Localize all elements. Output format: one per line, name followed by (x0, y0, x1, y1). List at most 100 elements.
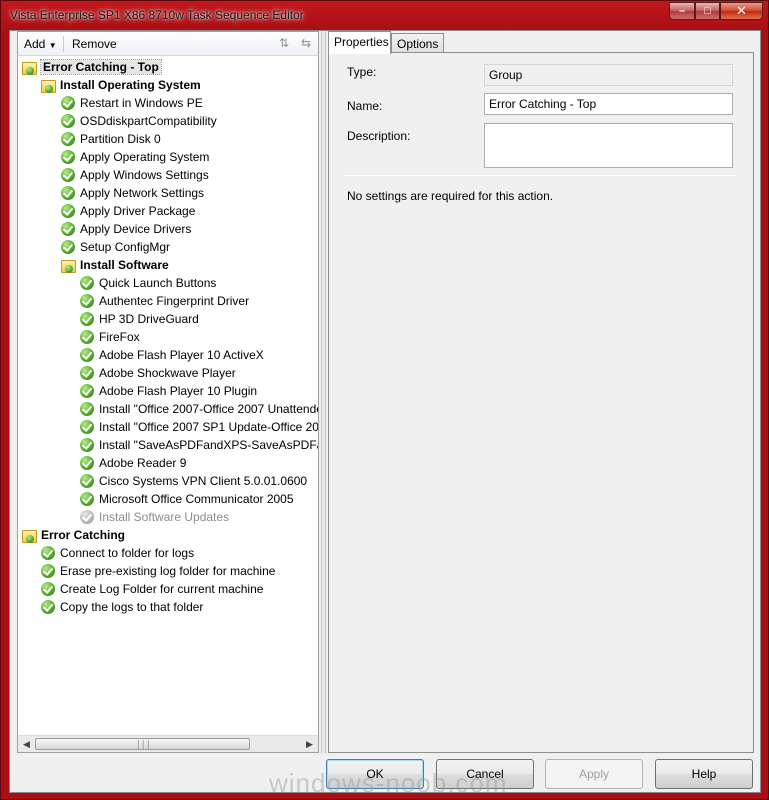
tree-step[interactable]: Apply Operating System (61, 148, 209, 166)
maximize-button[interactable]: □ (695, 2, 720, 20)
tree-node-label: Apply Operating System (80, 150, 210, 164)
add-menu-button[interactable]: Add ▼ (24, 37, 57, 51)
tree-group-install-os[interactable]: Install Operating System (41, 76, 201, 94)
success-check-icon (61, 114, 75, 128)
tree-step[interactable]: Apply Device Drivers (61, 220, 191, 238)
tree-step[interactable]: Adobe Shockwave Player (80, 364, 236, 382)
window-title: Vista Enterprise SP1 X86 8710w Task Sequ… (10, 8, 304, 22)
move-down-icon[interactable]: ⇆ (298, 36, 314, 52)
tree-node-label: Apply Device Drivers (80, 222, 192, 236)
maximize-icon: □ (704, 5, 711, 17)
success-check-icon (80, 438, 94, 452)
tree-step[interactable]: FireFox (80, 328, 140, 346)
success-check-icon (80, 492, 94, 506)
tree-step[interactable]: OSDdiskpartCompatibility (61, 112, 217, 130)
tree-step[interactable]: HP 3D DriveGuard (80, 310, 199, 328)
tree-node-label: Apply Driver Package (80, 204, 196, 218)
success-check-icon (61, 96, 75, 110)
tree-node-label: Adobe Shockwave Player (99, 366, 236, 380)
help-button[interactable]: Help (655, 759, 753, 789)
tree-node-label: Adobe Reader 9 (99, 456, 187, 470)
scroll-left-icon[interactable]: ◀ (19, 737, 34, 752)
properties-panel: Type: Group Name: Error Catching - Top D… (328, 52, 754, 753)
close-button[interactable]: ✕ (720, 2, 763, 20)
tree-group-install-software[interactable]: Install Software (61, 256, 169, 274)
group-folder-icon (61, 258, 76, 273)
tree-node-label: Apply Windows Settings (80, 168, 209, 182)
tree-step[interactable]: Install "SaveAsPDFandXPS-SaveAsPDFandXPS… (80, 436, 318, 454)
tree-step[interactable]: Quick Launch Buttons (80, 274, 216, 292)
tab-properties[interactable]: Properties (328, 31, 391, 54)
tree-step[interactable]: Connect to folder for logs (41, 544, 194, 562)
tree-step[interactable]: Install "Office 2007-Office 2007 Unatten… (80, 400, 318, 418)
divider (344, 175, 737, 176)
remove-button[interactable]: Remove (72, 37, 117, 51)
tree-step[interactable]: Partition Disk 0 (61, 130, 161, 148)
tree-node-label: Partition Disk 0 (80, 132, 161, 146)
success-check-icon (61, 204, 75, 218)
tree-node-label: Install Software Updates (99, 510, 230, 524)
success-check-icon (61, 186, 75, 200)
name-label: Name: (347, 99, 383, 113)
tree-step[interactable]: Microsoft Office Communicator 2005 (80, 490, 294, 508)
description-field[interactable] (484, 123, 733, 168)
tree-step[interactable]: Adobe Flash Player 10 ActiveX (80, 346, 264, 364)
toolbar-separator (63, 36, 64, 52)
success-check-icon (41, 582, 55, 596)
apply-button[interactable]: Apply (545, 759, 643, 789)
success-check-icon (80, 456, 94, 470)
tree-step[interactable]: Erase pre-existing log folder for machin… (41, 562, 275, 580)
success-check-icon (41, 546, 55, 560)
success-check-icon (80, 348, 94, 362)
task-sequence-pane: Add ▼ Remove ⇅ ⇆ Error Catching - Top In… (17, 31, 319, 753)
success-check-icon (80, 366, 94, 380)
tree-step[interactable]: Adobe Flash Player 10 Plugin (80, 382, 257, 400)
group-folder-icon (22, 528, 37, 543)
tree-step[interactable]: Apply Windows Settings (61, 166, 209, 184)
tree-node-label: Restart in Windows PE (80, 96, 203, 110)
tree-node-label: Install Software (80, 258, 169, 272)
description-label: Description: (347, 129, 411, 143)
tree-step[interactable]: Cisco Systems VPN Client 5.0.01.0600 (80, 472, 307, 490)
tree-node-label: Setup ConfigMgr (80, 240, 171, 254)
disabled-check-icon (80, 510, 94, 524)
horizontal-scrollbar[interactable]: ◀ │││ ▶ (18, 735, 318, 752)
success-check-icon (80, 276, 94, 290)
caption-buttons: – □ ✕ (669, 2, 763, 20)
tree-step-disabled[interactable]: Install Software Updates (80, 508, 229, 526)
tab-options[interactable]: Options (391, 33, 444, 53)
success-check-icon (80, 420, 94, 434)
name-field[interactable]: Error Catching - Top (484, 93, 733, 115)
tree-step[interactable]: Create Log Folder for current machine (41, 580, 263, 598)
group-folder-icon (41, 78, 56, 93)
tree-node-label: FireFox (99, 330, 140, 344)
close-icon: ✕ (736, 3, 747, 18)
tree-step[interactable]: Restart in Windows PE (61, 94, 203, 112)
minimize-button[interactable]: – (669, 2, 695, 20)
cancel-button[interactable]: Cancel (436, 759, 534, 789)
tree-step[interactable]: Apply Network Settings (61, 184, 204, 202)
tree-node-label: Cisco Systems VPN Client 5.0.01.0600 (99, 474, 308, 488)
tree-node-label: Apply Network Settings (80, 186, 205, 200)
tree-group-error-catching[interactable]: Error Catching (22, 526, 125, 544)
tree-step[interactable]: Copy the logs to that folder (41, 598, 203, 616)
success-check-icon (61, 150, 75, 164)
tree-node-label: Adobe Flash Player 10 ActiveX (99, 348, 264, 362)
task-sequence-tree: Error Catching - Top Install Operating S… (18, 57, 318, 737)
ok-button[interactable]: OK (326, 759, 424, 789)
tree-step[interactable]: Setup ConfigMgr (61, 238, 170, 256)
move-up-icon[interactable]: ⇅ (276, 36, 292, 52)
success-check-icon (41, 600, 55, 614)
dropdown-arrow-icon: ▼ (48, 41, 57, 50)
title-bar[interactable]: Vista Enterprise SP1 X86 8710w Task Sequ… (1, 1, 768, 29)
tree-step[interactable]: Authentec Fingerprint Driver (80, 292, 249, 310)
pane-splitter[interactable] (321, 31, 326, 753)
tree-step[interactable]: Adobe Reader 9 (80, 454, 186, 472)
scroll-right-icon[interactable]: ▶ (302, 737, 317, 752)
success-check-icon (80, 312, 94, 326)
tree-step[interactable]: Apply Driver Package (61, 202, 195, 220)
type-label: Type: (347, 65, 377, 79)
tree-group-error-catching-top[interactable]: Error Catching - Top (22, 58, 162, 76)
task-sequence-editor-window: Vista Enterprise SP1 X86 8710w Task Sequ… (0, 0, 769, 800)
tree-step[interactable]: Install "Office 2007 SP1 Update-Office 2… (80, 418, 318, 436)
